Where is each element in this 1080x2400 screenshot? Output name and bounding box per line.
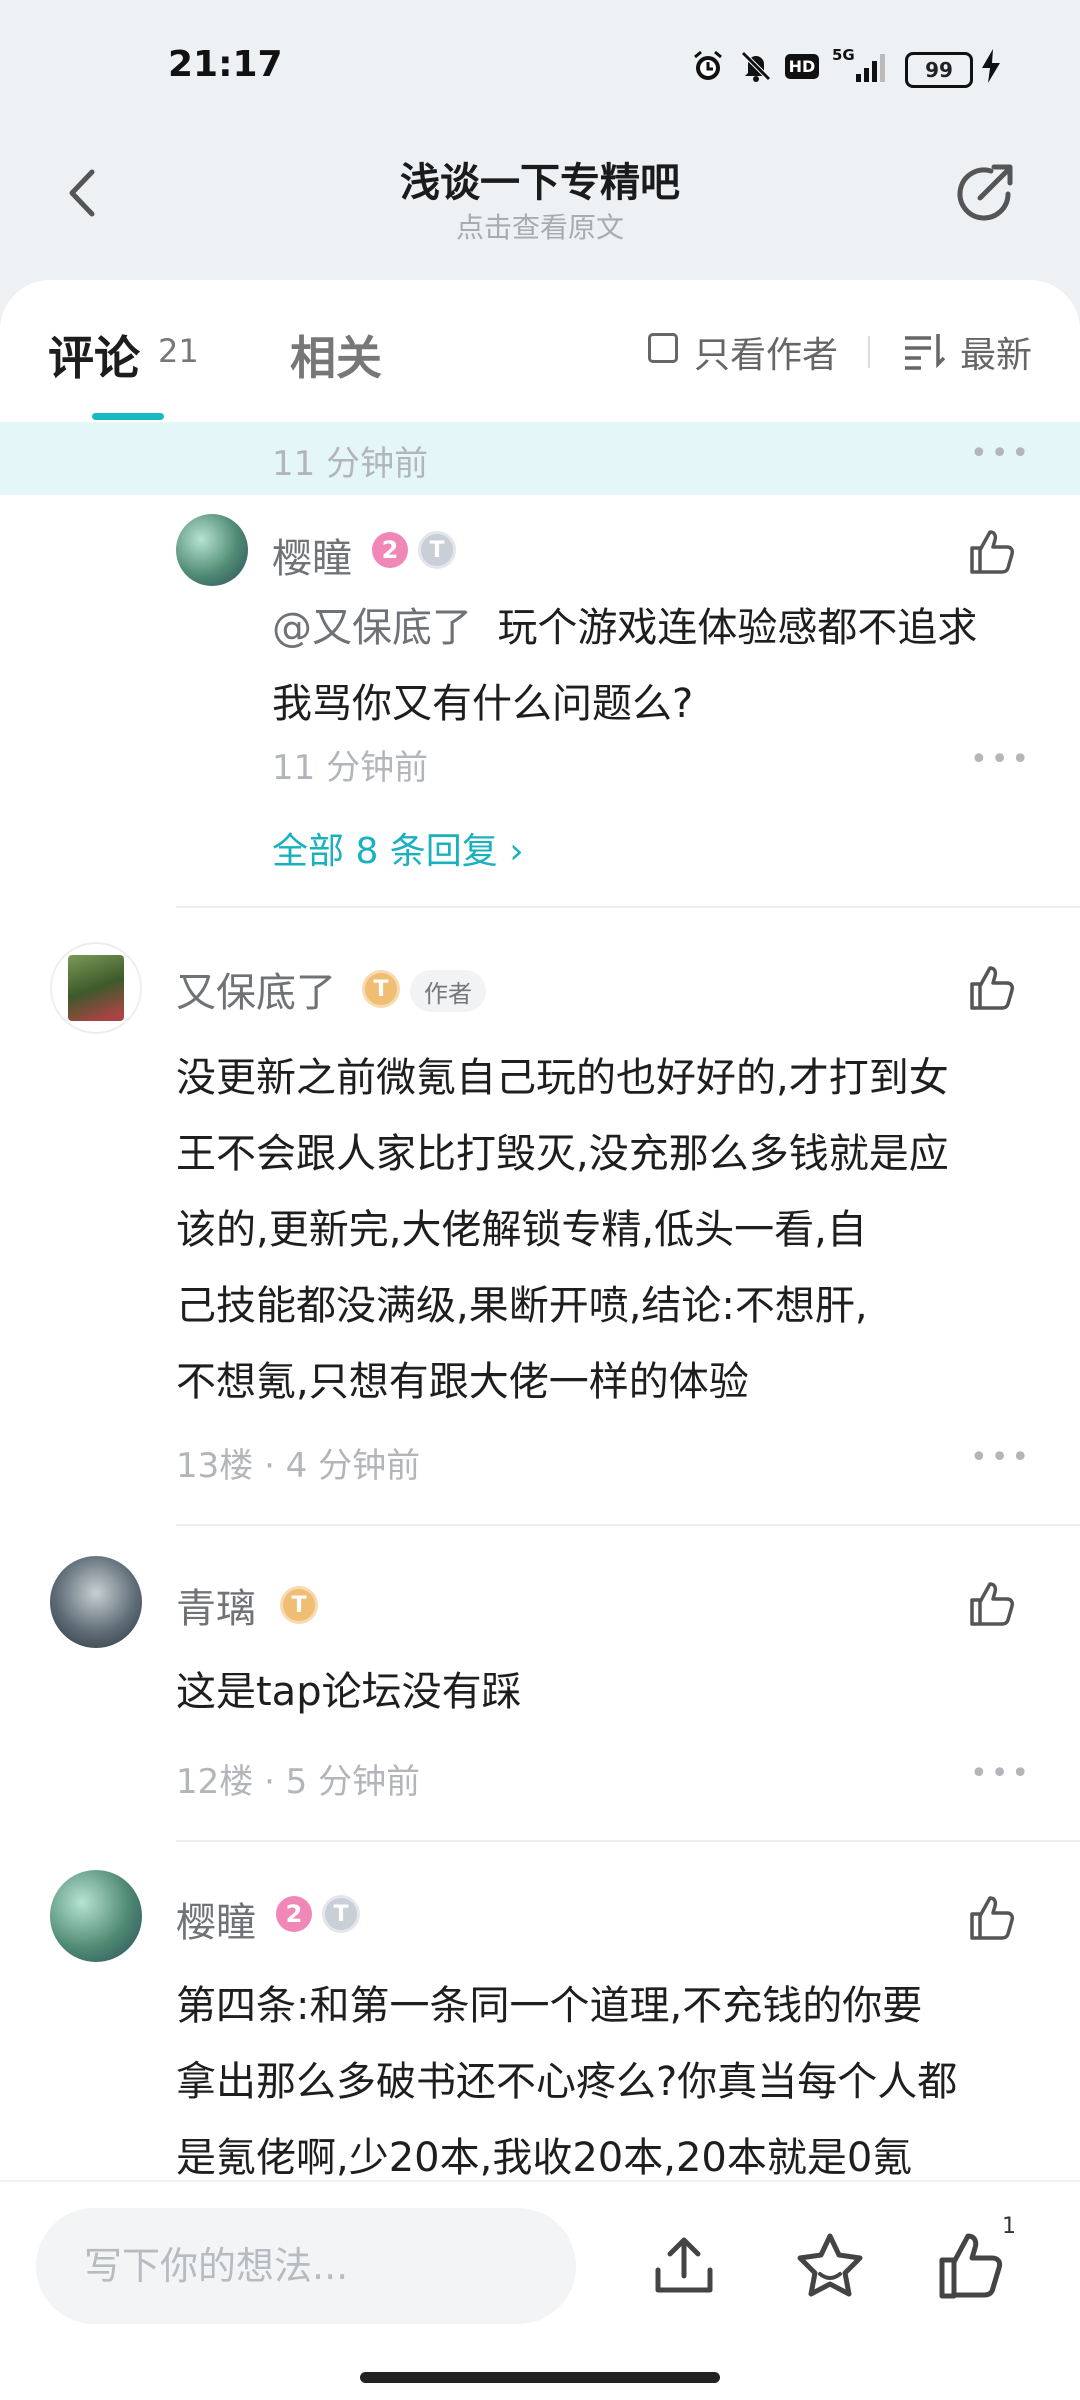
reply-username[interactable]: 樱瞳 xyxy=(272,526,352,584)
reply-text-line: @又保底了 玩个游戏连体验感都不追求 xyxy=(272,590,1032,666)
view-original-link[interactable]: 点击查看原文 xyxy=(0,206,1080,246)
like-icon[interactable] xyxy=(966,962,1018,1014)
chevron-right-icon: › xyxy=(509,831,524,872)
mute-icon xyxy=(736,46,776,86)
comment-input[interactable] xyxy=(36,2208,576,2324)
tap-badge-icon: T xyxy=(322,1895,360,1933)
divider xyxy=(176,906,1080,908)
active-tab-indicator xyxy=(92,413,164,420)
highlighted-reply-strip xyxy=(0,422,1080,495)
comment-line: 王不会跟人家比打毁灭,没充那么多钱就是应 xyxy=(176,1131,949,1177)
mention-link[interactable]: @又保底了 xyxy=(272,605,472,651)
comment-username[interactable]: 樱瞳 xyxy=(176,1890,256,1948)
like-icon[interactable] xyxy=(966,526,1018,578)
more-icon[interactable]: ••• xyxy=(970,1756,1032,1791)
level-badge: 2 xyxy=(276,1896,312,1932)
avatar[interactable] xyxy=(50,942,142,1034)
reply-time: 11 分钟前 xyxy=(272,748,429,788)
comment-line: 该的,更新完,大佬解锁专精,低头一看,自 xyxy=(176,1207,867,1253)
author-only-label[interactable]: 只看作者 xyxy=(694,326,838,378)
tap-badge-icon: T xyxy=(362,970,400,1008)
comment-line: 不想氪,只想有跟大佬一样的体验 xyxy=(176,1359,749,1405)
more-icon[interactable]: ••• xyxy=(970,742,1032,777)
like-icon[interactable] xyxy=(966,1578,1018,1630)
hd-label: HD xyxy=(784,53,820,79)
reply-text-line: 我骂你又有什么问题么? xyxy=(272,681,694,727)
comment-text: 没更新之前微氪自己玩的也好好的,才打到女 王不会跟人家比打毁灭,没充那么多钱就是… xyxy=(176,1040,1056,1420)
tab-comments-count: 21 xyxy=(158,332,199,370)
more-icon[interactable]: ••• xyxy=(970,1440,1032,1475)
tap-badge-icon: T xyxy=(418,531,456,569)
filter-divider xyxy=(868,336,870,368)
comment-meta: 12楼 · 5 分钟前 xyxy=(176,1762,421,1802)
home-indicator[interactable] xyxy=(360,2372,720,2383)
sort-icon[interactable] xyxy=(902,330,946,370)
more-icon[interactable]: ••• xyxy=(970,436,1032,471)
battery-icon: 99 xyxy=(905,52,973,88)
comment-meta: 13楼 · 4 分钟前 xyxy=(176,1446,421,1486)
comment-text: 第四条:和第一条同一个道理,不充钱的你要 拿出那么多破书还不心疼么?你真当每个人… xyxy=(176,1968,1056,2196)
charging-icon xyxy=(978,46,1004,86)
avatar[interactable] xyxy=(50,1556,142,1648)
share-icon[interactable] xyxy=(950,158,1020,228)
sort-latest[interactable]: 最新 xyxy=(960,326,1032,378)
hd-icon: HD xyxy=(784,46,820,86)
tab-comments[interactable]: 评论 xyxy=(48,322,140,388)
comment-line: 没更新之前微氪自己玩的也好好的,才打到女 xyxy=(176,1055,949,1101)
avatar[interactable] xyxy=(50,1870,142,1962)
avatar-image xyxy=(68,955,124,1021)
comment-text: 这是tap论坛没有踩 xyxy=(176,1654,1056,1730)
avatar[interactable] xyxy=(176,514,248,586)
reply-text: @又保底了 玩个游戏连体验感都不追求 我骂你又有什么问题么? xyxy=(272,590,1032,742)
comment-username[interactable]: 又保底了 xyxy=(176,960,336,1018)
signal-icon: 5G xyxy=(828,46,890,86)
divider xyxy=(176,1840,1080,1842)
author-only-checkbox[interactable] xyxy=(648,333,678,363)
tab-related[interactable]: 相关 xyxy=(290,322,382,388)
like-icon[interactable] xyxy=(966,1892,1018,1944)
author-tag: 作者 xyxy=(410,970,486,1012)
comment-line: 己技能都没满级,果断开喷,结论:不想肝, xyxy=(176,1283,868,1329)
comment-line: 拿出那么多破书还不心疼么?你真当每个人都 xyxy=(176,2059,958,2105)
alarm-icon xyxy=(688,46,728,86)
comment-line: 这是tap论坛没有踩 xyxy=(176,1669,522,1715)
all-replies-label: 全部 8 条回复 xyxy=(272,831,498,872)
level-badge: 2 xyxy=(372,532,408,568)
like-count: 1 xyxy=(1002,2214,1016,2239)
network-label: 5G xyxy=(832,46,855,64)
reply-time: 11 分钟前 xyxy=(272,444,429,484)
all-replies-link[interactable]: 全部 8 条回复 › xyxy=(272,822,524,874)
battery-level: 99 xyxy=(925,58,953,82)
comment-line: 第四条:和第一条同一个道理,不充钱的你要 xyxy=(176,1983,923,2029)
divider xyxy=(176,1524,1080,1526)
page-title[interactable]: 浅谈一下专精吧 xyxy=(0,150,1080,208)
upload-icon[interactable] xyxy=(648,2230,720,2302)
tap-badge-icon: T xyxy=(280,1586,318,1624)
like-icon[interactable] xyxy=(934,2228,1010,2304)
star-icon[interactable] xyxy=(792,2228,868,2304)
reply-text-span: 玩个游戏连体验感都不追求 xyxy=(497,605,978,651)
comment-username[interactable]: 青璃 xyxy=(176,1576,256,1634)
status-time: 21:17 xyxy=(168,44,283,85)
